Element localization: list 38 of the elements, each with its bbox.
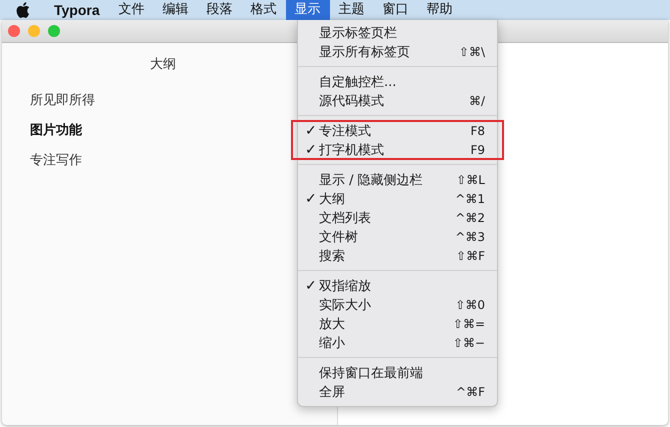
menu-item[interactable]: 实际大小 ⇧⌘0 [298,295,497,314]
menu-bar-item[interactable]: 帮助 [418,0,462,20]
outline-item[interactable]: 图片功能 [30,121,82,139]
menu-bar-item[interactable]: 编辑 [154,0,198,20]
menu-item[interactable]: ✓ 双指缩放 [298,276,497,295]
menu-item[interactable]: 自定触控栏... [298,72,497,91]
menu-bar-item[interactable]: 格式 [242,0,286,20]
menu-bar-item[interactable]: 主题 [330,0,374,20]
menu-item[interactable]: ✓ 打字机模式 F9 [298,140,497,159]
close-button[interactable] [8,25,20,37]
menu-item[interactable]: 放大 ⇧⌘= [298,314,497,333]
menu-item[interactable]: 搜索 ⇧⌘F [298,246,497,265]
outline-item[interactable]: 所见即所得 [30,91,95,109]
menu-item[interactable]: 显示 / 隐藏侧边栏 ⇧⌘L [298,170,497,189]
menu-item[interactable]: ✓ 大纲 ^⌘1 [298,189,497,208]
menu-item[interactable]: 全屏 ^⌘F [298,382,497,401]
menu-item[interactable]: 缩小 ⇧⌘− [298,333,497,352]
check-mark: ✓ [305,278,318,294]
menu-item[interactable]: 源代码模式 ⌘/ [298,91,497,110]
outline-item[interactable]: 专注写作 [30,151,82,169]
check-mark: ✓ [305,122,318,138]
menu-bar-item[interactable]: 段落 [198,0,242,20]
zoom-button[interactable] [48,25,60,37]
menu-bar-item[interactable]: 文件 [110,0,154,20]
check-mark: ✓ [305,142,318,158]
check-mark: ✓ [305,190,318,206]
apple-logo-icon[interactable] [16,2,30,18]
app-menu[interactable]: Typora [44,2,110,18]
menu-bar-item[interactable]: 显示 [286,0,330,20]
menu-bar-item[interactable]: 窗口 [374,0,418,20]
minimize-button[interactable] [28,25,40,37]
menu-item[interactable]: 保持窗口在最前端 [298,363,497,382]
menu-item[interactable]: ✓ 专注模式 F8 [298,121,497,140]
menu-item[interactable]: 显示标签页栏 [298,23,497,42]
menu-item[interactable]: 显示所有标签页 ⇧⌘\ [298,42,497,61]
sidebar-title: 大纲 [150,56,176,73]
menu-item[interactable]: 文档列表 ^⌘2 [298,208,497,227]
menu-item[interactable]: 文件树 ^⌘3 [298,227,497,246]
